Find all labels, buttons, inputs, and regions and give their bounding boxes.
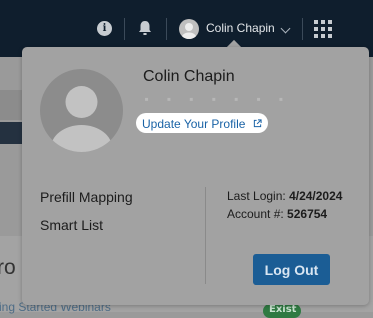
last-login-label: Last Login: (227, 189, 286, 203)
external-link-icon (253, 119, 262, 128)
background-heading: ro (0, 256, 16, 279)
update-profile-label: Update Your Profile (142, 116, 246, 131)
vertical-divider (205, 187, 206, 284)
info-icon-glyph: i (102, 23, 107, 34)
apps-grid-icon[interactable] (314, 20, 332, 38)
account-number-value: 526754 (287, 207, 328, 221)
background-status-badge: Exist (263, 304, 301, 318)
user-menu-button[interactable]: Colin Chapin (176, 16, 296, 42)
account-number-label: Account #: (227, 207, 284, 221)
account-number-row: Account #: 526754 (227, 207, 327, 221)
profile-name: Colin Chapin (143, 68, 235, 85)
update-profile-link[interactable]: Update Your Profile (136, 113, 268, 133)
logout-button[interactable]: Log Out (253, 254, 330, 285)
background-bar (0, 122, 22, 144)
last-login-value: 4/24/2024 (289, 189, 343, 203)
divider (124, 18, 125, 40)
bell-icon[interactable] (136, 19, 154, 37)
background-panel (0, 90, 22, 120)
user-name: Colin Chapin (206, 21, 275, 35)
background-badge-label: Exist (269, 304, 297, 315)
info-icon[interactable]: i (97, 21, 112, 36)
user-profile-dropdown: Colin Chapin ▪ ▪ ▪ ▪ ▪ ▪ ▪ Update Your P… (22, 47, 369, 305)
divider (302, 18, 303, 40)
chevron-down-icon (280, 23, 291, 34)
profile-avatar (40, 69, 123, 152)
last-login-row: Last Login: 4/24/2024 (227, 189, 342, 203)
menu-item-prefill-mapping[interactable]: Prefill Mapping (40, 189, 133, 205)
menu-item-smart-list[interactable]: Smart List (40, 217, 103, 233)
avatar (179, 19, 199, 39)
divider (166, 18, 167, 40)
profile-email-masked: ▪ ▪ ▪ ▪ ▪ ▪ ▪ (143, 93, 289, 107)
